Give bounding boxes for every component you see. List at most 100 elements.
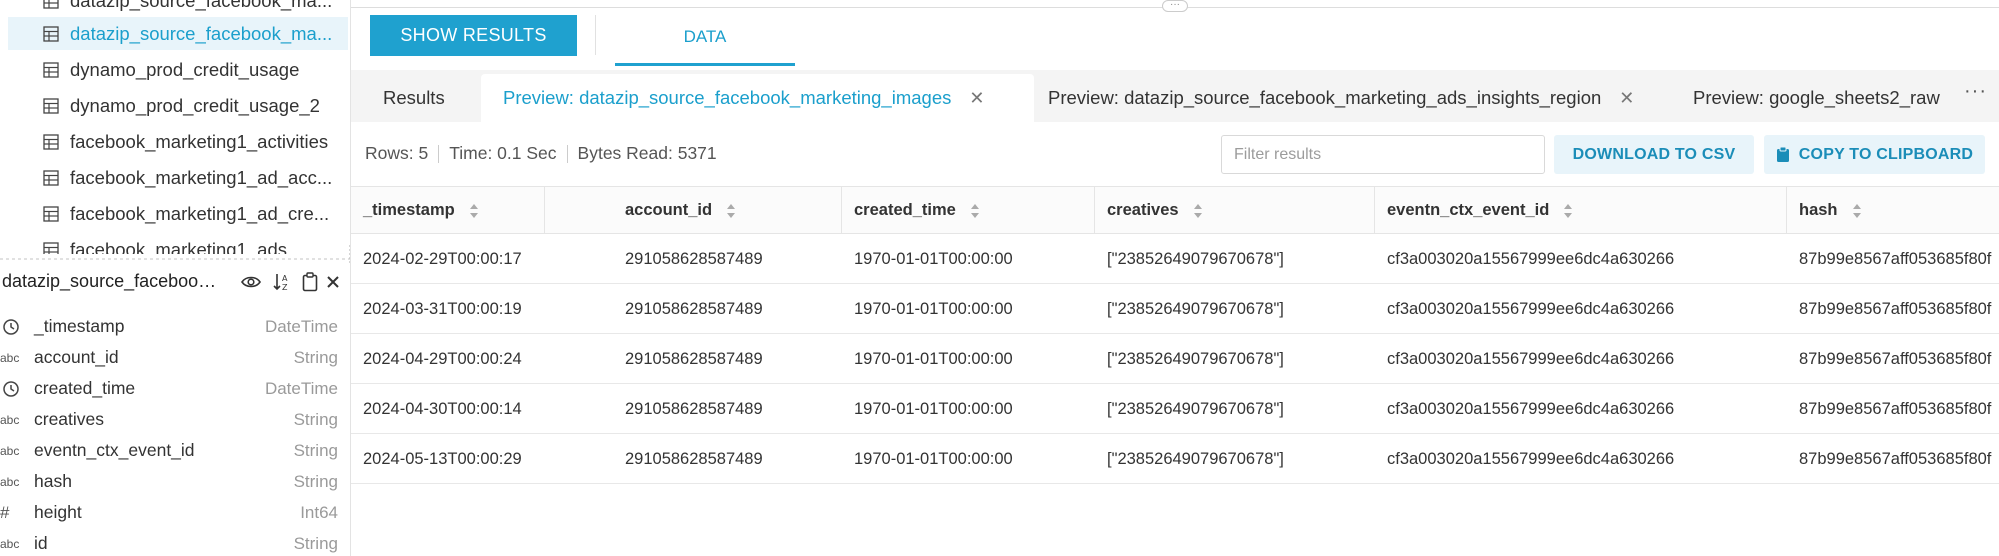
column-header-hash[interactable]: hash bbox=[1787, 187, 1999, 234]
sidebar-table-label: datazip_source_facebook_ma... bbox=[70, 0, 333, 11]
schema-field-row[interactable]: _timestamp DateTime bbox=[0, 311, 346, 342]
column-header-account-id[interactable]: account_id bbox=[613, 187, 842, 234]
table-row[interactable]: 2024-03-31T00:00:19 291058628587489 1970… bbox=[351, 284, 1999, 334]
eye-icon[interactable] bbox=[240, 271, 262, 293]
schema-field-row[interactable]: abc account_id String bbox=[0, 342, 346, 373]
table-cell: 1970-01-01T00:00:00 bbox=[854, 399, 1013, 418]
svg-text:A: A bbox=[282, 274, 288, 283]
sort-icon[interactable] bbox=[970, 203, 980, 219]
field-name: _timestamp bbox=[34, 316, 125, 336]
sidebar-table-item[interactable]: facebook_marketing1_activities bbox=[8, 125, 348, 158]
table-icon bbox=[43, 170, 59, 186]
hash-type-icon: # bbox=[0, 502, 10, 522]
table-cell: 1970-01-01T00:00:00 bbox=[854, 299, 1013, 318]
drag-handle-icon[interactable]: ··· bbox=[1162, 0, 1188, 12]
table-cell: 87b99e8567aff053685f80f bbox=[1799, 349, 1992, 368]
column-header-timestamp[interactable]: _timestamp bbox=[351, 187, 545, 234]
download-csv-button[interactable]: DOWNLOAD TO CSV bbox=[1554, 135, 1754, 174]
table-icon bbox=[43, 0, 59, 9]
sort-icon[interactable] bbox=[469, 203, 479, 219]
column-header-creatives[interactable]: creatives bbox=[1095, 187, 1375, 234]
table-row[interactable]: 2024-04-29T00:00:24 291058628587489 1970… bbox=[351, 334, 1999, 384]
tab-data[interactable]: DATA bbox=[615, 10, 795, 66]
tab-results[interactable]: Results bbox=[363, 74, 465, 122]
field-type: DateTime bbox=[264, 316, 338, 336]
sidebar-table-item[interactable]: facebook_marketing1_ad_cre... bbox=[8, 197, 348, 230]
table-icon bbox=[43, 26, 59, 42]
sort-icon[interactable] bbox=[1563, 203, 1573, 219]
tab-label: Preview: datazip_source_facebook_marketi… bbox=[1048, 87, 1602, 108]
sort-icon[interactable] bbox=[726, 203, 736, 219]
schema-field-row[interactable]: created_time DateTime bbox=[0, 373, 346, 404]
filter-results-input[interactable] bbox=[1221, 135, 1545, 174]
field-name: id bbox=[34, 533, 48, 553]
field-type: DateTime bbox=[264, 378, 338, 398]
field-type: String bbox=[293, 471, 338, 491]
sidebar-table-label: facebook_marketing1_ads bbox=[70, 238, 288, 255]
field-name: hash bbox=[34, 471, 72, 491]
table-cell: 87b99e8567aff053685f80f bbox=[1799, 299, 1992, 318]
sort-icon[interactable] bbox=[1193, 203, 1203, 219]
table-cell: 1970-01-01T00:00:00 bbox=[854, 249, 1013, 268]
tab-preview-ads-insights-region[interactable]: Preview: datazip_source_facebook_marketi… bbox=[1048, 74, 1634, 122]
table-cell: 87b99e8567aff053685f80f bbox=[1799, 249, 1992, 268]
download-csv-label: DOWNLOAD TO CSV bbox=[1572, 145, 1736, 163]
column-header-created-time[interactable]: created_time bbox=[842, 187, 1095, 234]
sidebar-table-item[interactable]: dynamo_prod_credit_usage_2 bbox=[8, 89, 348, 122]
table-list: datazip_source_facebook_ma... datazip_so… bbox=[0, 0, 350, 254]
sidebar-table-item[interactable]: datazip_source_facebook_ma... bbox=[8, 0, 348, 17]
schema-field-row[interactable]: abc hash String bbox=[0, 466, 346, 497]
schema-field-row[interactable]: abc eventn_ctx_event_id String bbox=[0, 435, 346, 466]
schema-field-row[interactable]: abc creatives String bbox=[0, 404, 346, 435]
table-row[interactable]: 2024-04-30T00:00:14 291058628587489 1970… bbox=[351, 384, 1999, 434]
table-cell: cf3a003020a15567999ee6dc4a630266 bbox=[1387, 249, 1675, 268]
table-cell: ["23852649079670678"] bbox=[1107, 349, 1284, 368]
divider bbox=[595, 15, 596, 55]
panel-splitter[interactable] bbox=[0, 254, 350, 264]
field-name: height bbox=[34, 502, 82, 522]
sort-icon[interactable] bbox=[1852, 203, 1862, 219]
table-icon bbox=[43, 62, 59, 78]
tab-label: Preview: google_sheets2_raw bbox=[1693, 87, 1940, 108]
close-icon[interactable]: ✕ bbox=[969, 88, 984, 109]
table-row[interactable]: 2024-05-13T00:00:29 291058628587489 1970… bbox=[351, 434, 1999, 484]
bytes-read: Bytes Read: 5371 bbox=[577, 143, 717, 163]
table-cell: cf3a003020a15567999ee6dc4a630266 bbox=[1387, 449, 1675, 468]
table-row[interactable]: 2024-02-29T00:00:17 291058628587489 1970… bbox=[351, 234, 1999, 284]
tab-preview-images[interactable]: Preview: datazip_source_facebook_marketi… bbox=[481, 74, 1034, 122]
sort-az-icon[interactable]: AZ bbox=[271, 271, 293, 293]
field-type: Int64 bbox=[300, 502, 338, 522]
results-stats: Rows: 5 Time: 0.1 Sec Bytes Read: 5371 bbox=[365, 143, 717, 164]
more-tabs-icon[interactable]: ··· bbox=[1964, 80, 1987, 103]
table-cell: cf3a003020a15567999ee6dc4a630266 bbox=[1387, 299, 1675, 318]
table-cell: 2024-04-30T00:00:14 bbox=[363, 399, 522, 418]
close-icon[interactable] bbox=[322, 271, 344, 293]
sidebar-table-label: dynamo_prod_credit_usage_2 bbox=[70, 94, 320, 116]
table-cell: cf3a003020a15567999ee6dc4a630266 bbox=[1387, 399, 1675, 418]
tab-preview-google-sheets[interactable]: Preview: google_sheets2_raw bbox=[1693, 74, 1959, 122]
schema-title: datazip_source_facebook_... bbox=[2, 270, 224, 291]
table-cell: 1970-01-01T00:00:00 bbox=[854, 449, 1013, 468]
string-type-icon: abc bbox=[0, 536, 20, 551]
sidebar-table-item[interactable]: dynamo_prod_credit_usage bbox=[8, 53, 348, 86]
close-icon[interactable]: ✕ bbox=[1619, 88, 1634, 109]
clipboard-icon[interactable] bbox=[299, 271, 321, 293]
field-type: String bbox=[293, 440, 338, 460]
sidebar-table-item-active[interactable]: datazip_source_facebook_ma... bbox=[8, 17, 348, 50]
show-results-button[interactable]: SHOW RESULTS bbox=[370, 15, 577, 56]
clock-icon bbox=[3, 318, 19, 335]
schema-header: datazip_source_facebook_... AZ bbox=[0, 266, 350, 296]
field-name: creatives bbox=[34, 409, 105, 429]
table-icon bbox=[43, 242, 59, 254]
query-time: Time: 0.1 Sec bbox=[449, 143, 557, 163]
table-cell: 291058628587489 bbox=[625, 349, 763, 368]
schema-field-row[interactable]: abc id String bbox=[0, 528, 346, 556]
column-header-eventn-ctx-event-id[interactable]: eventn_ctx_event_id bbox=[1375, 187, 1787, 234]
table-header: _timestamp account_id created_time creat… bbox=[351, 186, 1999, 234]
string-type-icon: abc bbox=[0, 350, 20, 365]
sidebar-table-item[interactable]: facebook_marketing1_ads bbox=[8, 233, 348, 254]
schema-field-row[interactable]: # height Int64 bbox=[0, 497, 346, 528]
sidebar-table-item[interactable]: facebook_marketing1_ad_acc... bbox=[8, 161, 348, 194]
copy-to-clipboard-button[interactable]: COPY TO CLIPBOARD bbox=[1764, 135, 1985, 174]
field-type: String bbox=[293, 409, 338, 429]
